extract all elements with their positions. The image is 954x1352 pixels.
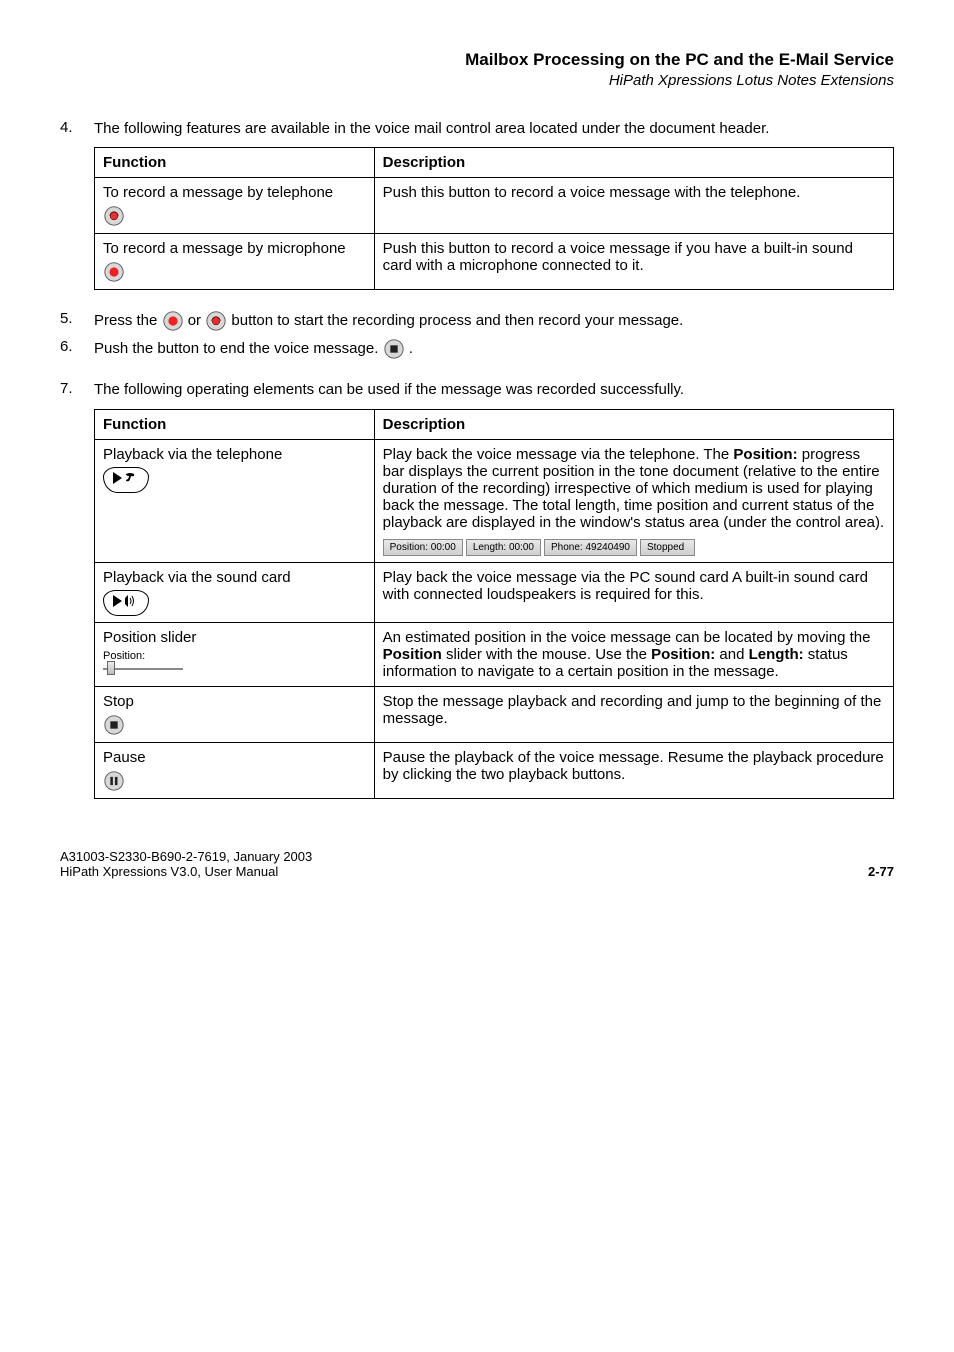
record-microphone-icon <box>162 310 184 332</box>
pause-icon <box>103 770 125 792</box>
step-number: 7. <box>60 380 94 397</box>
header-title: Mailbox Processing on the PC and the E-M… <box>60 50 894 70</box>
table-row: Playback via the sound card Play back th… <box>95 562 894 622</box>
func-label: Stop <box>103 693 134 710</box>
step-number: 5. <box>60 310 94 327</box>
step-7: 7. The following operating elements can … <box>60 380 894 798</box>
step-number: 4. <box>60 119 94 136</box>
text-fragment: . <box>409 340 413 357</box>
func-label: Pause <box>103 749 146 766</box>
status-phone: Phone: 49240490 <box>544 539 637 556</box>
col-function: Function <box>95 148 375 178</box>
position-slider <box>103 668 183 670</box>
status-state: Stopped <box>640 539 695 556</box>
record-microphone-icon <box>103 261 125 283</box>
func-desc: Push this button to record a voice messa… <box>374 178 893 234</box>
footer-manual: HiPath Xpressions V3.0, User Manual <box>60 864 312 879</box>
table-row: Stop Stop the message playback and recor… <box>95 686 894 742</box>
features-table: Function Description To record a message… <box>94 147 894 290</box>
func-label: Playback via the telephone <box>103 446 282 463</box>
func-desc: An estimated position in the voice messa… <box>374 622 893 686</box>
text-fragment: slider with the mouse. Use the <box>442 646 651 663</box>
page-footer: A31003-S2330-B690-2-7619, January 2003 H… <box>60 849 894 879</box>
func-desc: Play back the voice message via the PC s… <box>374 562 893 622</box>
table-row: To record a message by telephone Push th… <box>95 178 894 234</box>
col-description: Description <box>374 409 893 439</box>
text-fragment: or <box>188 312 206 329</box>
step-text: Press the or button to start the recordi… <box>94 310 894 332</box>
func-label: Playback via the sound card <box>103 569 291 586</box>
stop-icon <box>103 714 125 736</box>
play-soundcard-icon <box>103 590 149 616</box>
text-fragment: Push the button to end the voice message… <box>94 340 383 357</box>
operating-elements-table: Function Description Playback via the te… <box>94 409 894 799</box>
bold-fragment: Position: <box>733 446 797 463</box>
func-label: To record a message by microphone <box>103 240 346 257</box>
status-position: Position: 00:00 <box>383 539 463 556</box>
bold-fragment: Position: <box>651 646 715 663</box>
text-fragment: An estimated position in the voice messa… <box>383 629 871 646</box>
slider-thumb <box>107 661 115 675</box>
step-5: 5. Press the or button to start the reco… <box>60 310 894 332</box>
table-row: Position slider Position: An estimated p… <box>95 622 894 686</box>
footer-doc-id: A31003-S2330-B690-2-7619, January 2003 <box>60 849 312 864</box>
page-number: 2-77 <box>868 864 894 879</box>
table-row: To record a message by microphone Push t… <box>95 234 894 290</box>
record-telephone-icon <box>103 205 125 227</box>
step-6: 6. Push the button to end the voice mess… <box>60 338 894 360</box>
col-description: Description <box>374 148 893 178</box>
status-length: Length: 00:00 <box>466 539 541 556</box>
step-4: 4. The following features are available … <box>60 119 894 290</box>
stop-icon <box>383 338 405 360</box>
bold-fragment: Position <box>383 646 442 663</box>
status-bar: Position: 00:00 Length: 00:00 Phone: 492… <box>383 539 695 556</box>
text-fragment: Play back the voice message via the tele… <box>383 446 734 463</box>
play-telephone-icon <box>103 467 149 493</box>
text-fragment: and <box>715 646 748 663</box>
col-function: Function <box>95 409 375 439</box>
slider-label: Position: <box>103 650 366 662</box>
table-row: Pause Pause the playback of the voice me… <box>95 742 894 798</box>
step-number: 6. <box>60 338 94 355</box>
step-text: The following operating elements can be … <box>94 380 894 400</box>
func-desc: Stop the message playback and recording … <box>374 686 893 742</box>
func-desc: Push this button to record a voice messa… <box>374 234 893 290</box>
text-fragment: Press the <box>94 312 162 329</box>
record-telephone-icon <box>205 310 227 332</box>
func-label: To record a message by telephone <box>103 184 333 201</box>
func-desc: Play back the voice message via the tele… <box>374 439 893 562</box>
step-text: The following features are available in … <box>94 119 894 139</box>
text-fragment: button to start the recording process an… <box>231 312 683 329</box>
func-label: Position slider <box>103 629 196 646</box>
table-row: Playback via the telephone Play back the… <box>95 439 894 562</box>
func-desc: Pause the playback of the voice message.… <box>374 742 893 798</box>
page-header: Mailbox Processing on the PC and the E-M… <box>60 50 894 89</box>
step-text: Push the button to end the voice message… <box>94 338 894 360</box>
bold-fragment: Length: <box>749 646 804 663</box>
header-subtitle: HiPath Xpressions Lotus Notes Extensions <box>60 72 894 89</box>
